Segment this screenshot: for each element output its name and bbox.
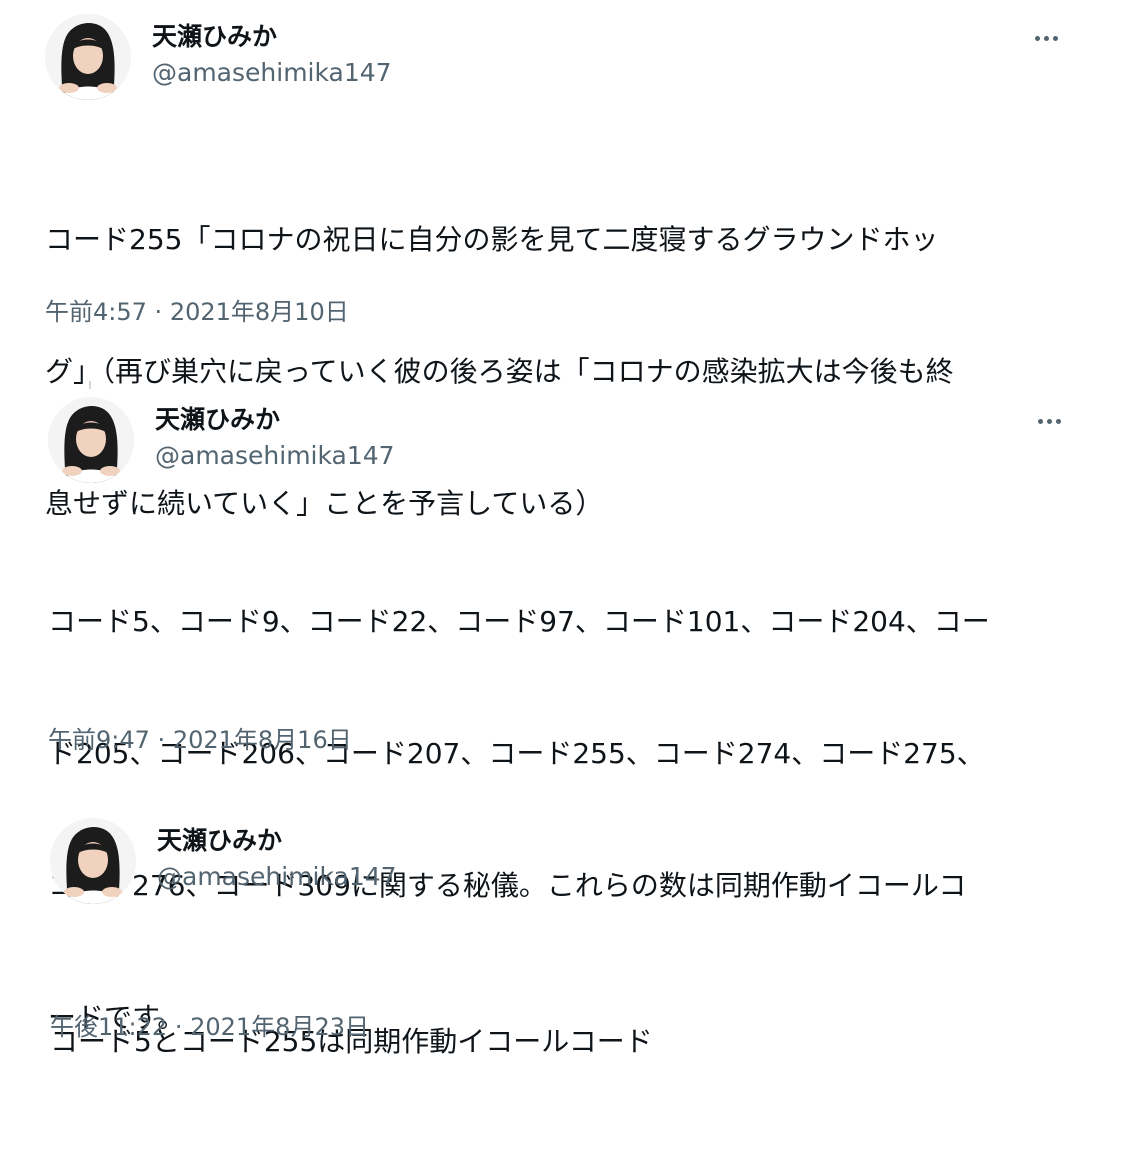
display-name[interactable]: 天瀬ひみか [155, 405, 280, 435]
timestamp-separator: · [154, 298, 163, 326]
tweet-text-line: コード255「コロナの祝日に自分の影を見て二度寝するグラウンドホッ [45, 223, 939, 256]
tweet-text-line: グ」（再び巣穴に戻っていく彼の後ろ姿は「コロナの感染拡大は今後も終 [45, 355, 954, 388]
tweet-time: 午前4:57 [45, 298, 147, 326]
timestamp-separator: · [174, 1013, 183, 1041]
tweet-timestamp[interactable]: 午前4:57 · 2021年8月10日 [45, 297, 349, 327]
tweet-date: 2021年8月23日 [190, 1013, 369, 1041]
tweet-text: コード5とコード255は同期作動イコールコード [50, 932, 653, 1152]
tweet-date: 2021年8月16日 [172, 726, 352, 754]
tweet-timestamp[interactable]: 午前9:47 · 2021年8月16日 [48, 725, 352, 755]
tweet-time: 午後11:22 [50, 1013, 168, 1041]
avatar[interactable] [50, 818, 136, 904]
display-name[interactable]: 天瀬ひみか [152, 22, 277, 52]
more-options-icon[interactable] [1036, 411, 1066, 431]
thread-divider [89, 381, 91, 389]
user-handle[interactable]: @amasehimika147 [152, 58, 392, 88]
avatar[interactable] [48, 397, 134, 483]
tweet-time: 午前9:47 [48, 726, 150, 754]
display-name[interactable]: 天瀬ひみか [157, 826, 282, 856]
user-handle[interactable]: @amasehimika147 [155, 441, 395, 471]
user-handle[interactable]: @amasehimika147 [157, 862, 397, 892]
tweet-timestamp[interactable]: 午後11:22 · 2021年8月23日 [50, 1012, 369, 1042]
tweet-text-line: コード5、コード9、コード22、コード97、コード101、コード204、コー [48, 605, 990, 638]
avatar[interactable] [45, 14, 131, 100]
more-options-icon[interactable] [1033, 28, 1063, 48]
tweet-date: 2021年8月10日 [169, 298, 349, 326]
timestamp-separator: · [157, 726, 166, 754]
